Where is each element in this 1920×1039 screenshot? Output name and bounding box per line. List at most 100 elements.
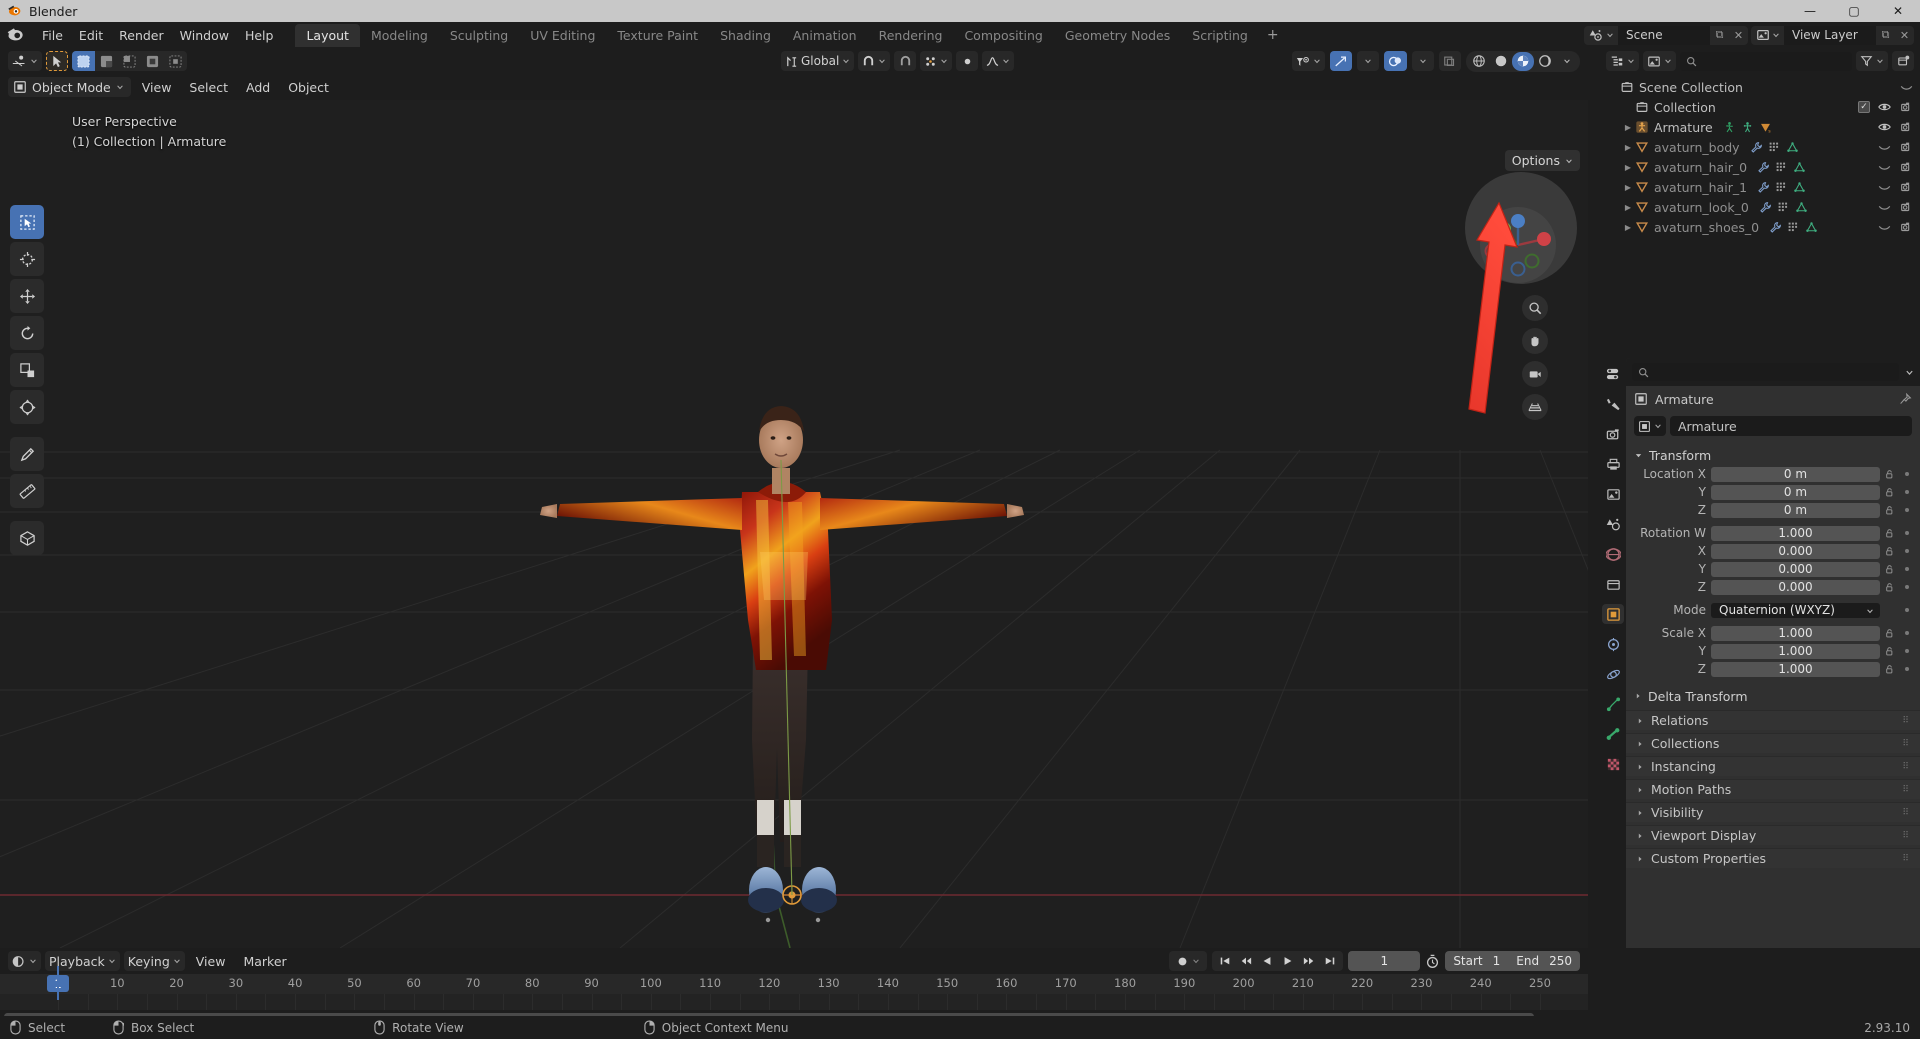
transform-panel-header[interactable]: Transform xyxy=(1626,444,1920,466)
properties-tab-tool[interactable] xyxy=(1602,394,1624,414)
viewport-menu-select[interactable]: Select xyxy=(182,78,235,97)
timeline-menu-view[interactable]: View xyxy=(189,952,233,971)
tool-measure[interactable] xyxy=(10,474,44,508)
outliner-row[interactable]: Collection ✓ xyxy=(1600,97,1920,117)
select-mode-intersect[interactable] xyxy=(164,51,187,71)
properties-tab-material[interactable] xyxy=(1602,754,1624,774)
interaction-mode-selector[interactable]: Object Mode xyxy=(8,77,131,97)
camera-render-icon[interactable] xyxy=(1899,100,1914,114)
proportional-falloff-selector[interactable] xyxy=(982,51,1015,71)
outliner-row[interactable]: ▶ avaturn_body xyxy=(1600,137,1920,157)
eye-icon[interactable] xyxy=(1877,160,1892,174)
properties-panel-custom-properties[interactable]: Custom Properties ⠿ xyxy=(1626,848,1920,868)
properties-panel-instancing[interactable]: Instancing ⠿ xyxy=(1626,756,1920,776)
scale-field-2-value[interactable]: 1.000 xyxy=(1711,661,1880,677)
transform-field-0-animate-dot[interactable] xyxy=(1901,472,1912,476)
auto-keying-button[interactable] xyxy=(1169,951,1208,971)
eye-icon[interactable] xyxy=(1877,100,1892,114)
maximize-button[interactable]: ▢ xyxy=(1832,0,1876,22)
overlays-options-selector[interactable] xyxy=(1412,51,1434,71)
timeline-editor-type-button[interactable] xyxy=(8,951,41,971)
properties-tab-view-layer[interactable] xyxy=(1602,484,1624,504)
scale-field-0-value[interactable]: 1.000 xyxy=(1711,625,1880,641)
delta-transform-panel-header[interactable]: Delta Transform xyxy=(1626,685,1920,707)
tool-rotate[interactable] xyxy=(10,316,44,350)
workspace-tab-scripting[interactable]: Scripting xyxy=(1181,24,1259,47)
add-workspace-button[interactable]: + xyxy=(1259,24,1287,46)
outliner-editor-type-button[interactable] xyxy=(1606,51,1639,71)
outliner-filter-button[interactable] xyxy=(1856,51,1888,71)
camera-render-icon[interactable] xyxy=(1899,220,1914,234)
snap-target-selector[interactable] xyxy=(858,51,891,71)
outliner-row[interactable]: ▶ avaturn_shoes_0 xyxy=(1600,217,1920,237)
end-frame-field[interactable]: End 250 xyxy=(1508,951,1580,971)
properties-tab-constraints[interactable] xyxy=(1602,694,1624,714)
camera-render-icon[interactable] xyxy=(1899,200,1914,214)
select-mode-set[interactable] xyxy=(72,51,95,71)
object-browse-button[interactable] xyxy=(1634,416,1666,436)
transform-field-4-animate-dot[interactable] xyxy=(1901,549,1912,553)
scene-selector[interactable]: Scene ⧉ ✕ xyxy=(1584,25,1748,45)
scale-field-2-animate-dot[interactable] xyxy=(1901,667,1912,671)
outliner-row[interactable]: Scene Collection xyxy=(1600,77,1920,97)
transform-field-4-lock-toggle[interactable] xyxy=(1885,546,1896,557)
scale-field-0-lock-toggle[interactable] xyxy=(1885,628,1896,639)
scale-field-0-animate-dot[interactable] xyxy=(1901,631,1912,635)
blender-menu-logo-icon[interactable] xyxy=(6,25,26,45)
timeline-ruler[interactable]: 1102030405060708090100110120130140150160… xyxy=(0,974,1588,994)
camera-render-icon[interactable] xyxy=(1899,180,1914,194)
workspace-tab-compositing[interactable]: Compositing xyxy=(953,24,1053,47)
rotation-mode-animate-dot[interactable] xyxy=(1901,608,1912,612)
disclosure-triangle-icon[interactable]: ▶ xyxy=(1621,163,1635,172)
transform-orientation-selector[interactable]: Global xyxy=(781,51,855,71)
viewport-3d-scene[interactable] xyxy=(0,100,1588,948)
transform-field-3-value[interactable]: 1.000 xyxy=(1711,525,1880,541)
menu-render[interactable]: Render xyxy=(111,25,172,46)
gizmo-toggle-button[interactable] xyxy=(1330,51,1352,71)
transform-field-2-lock-toggle[interactable] xyxy=(1885,505,1896,516)
tool-scale[interactable] xyxy=(10,353,44,387)
eye-icon[interactable] xyxy=(1877,180,1892,194)
use-preview-range-icon[interactable] xyxy=(1425,954,1440,969)
view-layer-selector[interactable]: View Layer ⧉ ✕ xyxy=(1751,25,1914,45)
transform-field-1-animate-dot[interactable] xyxy=(1901,490,1912,494)
shading-material-preview-button[interactable] xyxy=(1512,51,1534,71)
disclosure-triangle-icon[interactable]: ▶ xyxy=(1621,143,1635,152)
select-mode-extend[interactable] xyxy=(95,51,118,71)
workspace-tab-uv-editing[interactable]: UV Editing xyxy=(519,24,606,47)
transform-field-6-animate-dot[interactable] xyxy=(1901,585,1912,589)
select-mode-invert[interactable] xyxy=(141,51,164,71)
eye-icon[interactable] xyxy=(1877,140,1892,154)
transform-field-0-lock-toggle[interactable] xyxy=(1885,469,1896,480)
properties-panel-collections[interactable]: Collections ⠿ xyxy=(1626,733,1920,753)
current-frame-field[interactable]: 1 xyxy=(1348,951,1421,971)
minimize-button[interactable]: — xyxy=(1788,0,1832,22)
outliner-checkbox[interactable]: ✓ xyxy=(1858,101,1870,113)
transform-field-3-animate-dot[interactable] xyxy=(1901,531,1912,535)
tool-cursor[interactable] xyxy=(10,242,44,276)
shading-options-selector[interactable] xyxy=(1556,52,1578,71)
active-tool-indicator[interactable] xyxy=(8,51,42,71)
workspace-tab-shading[interactable]: Shading xyxy=(709,24,782,47)
scale-field-1-animate-dot[interactable] xyxy=(1901,649,1912,653)
start-frame-field[interactable]: Start 1 xyxy=(1445,951,1508,971)
timeline-menu-keying[interactable]: Keying xyxy=(123,951,185,971)
object-name-field[interactable]: Armature xyxy=(1670,416,1912,436)
pin-icon[interactable] xyxy=(1899,392,1912,406)
scale-field-1-value[interactable]: 1.000 xyxy=(1711,643,1880,659)
play-button[interactable] xyxy=(1278,951,1298,971)
menu-file[interactable]: File xyxy=(34,25,71,46)
eye-icon[interactable] xyxy=(1877,200,1892,214)
transform-field-2-value[interactable]: 0 m xyxy=(1711,502,1880,518)
previous-keyframe-button[interactable] xyxy=(1236,951,1256,971)
tweak-tool-button[interactable] xyxy=(46,51,68,71)
eye-icon[interactable] xyxy=(1899,80,1914,94)
scene-browse[interactable] xyxy=(1584,28,1618,43)
viewport-menu-object[interactable]: Object xyxy=(281,78,336,97)
gizmo-options-selector[interactable] xyxy=(1357,51,1379,71)
properties-search-input[interactable] xyxy=(1632,363,1899,381)
viewport-menu-add[interactable]: Add xyxy=(239,78,277,97)
properties-panel-visibility[interactable]: Visibility ⠿ xyxy=(1626,802,1920,822)
transform-field-6-lock-toggle[interactable] xyxy=(1885,582,1896,593)
view-layer-browse[interactable] xyxy=(1751,28,1784,42)
